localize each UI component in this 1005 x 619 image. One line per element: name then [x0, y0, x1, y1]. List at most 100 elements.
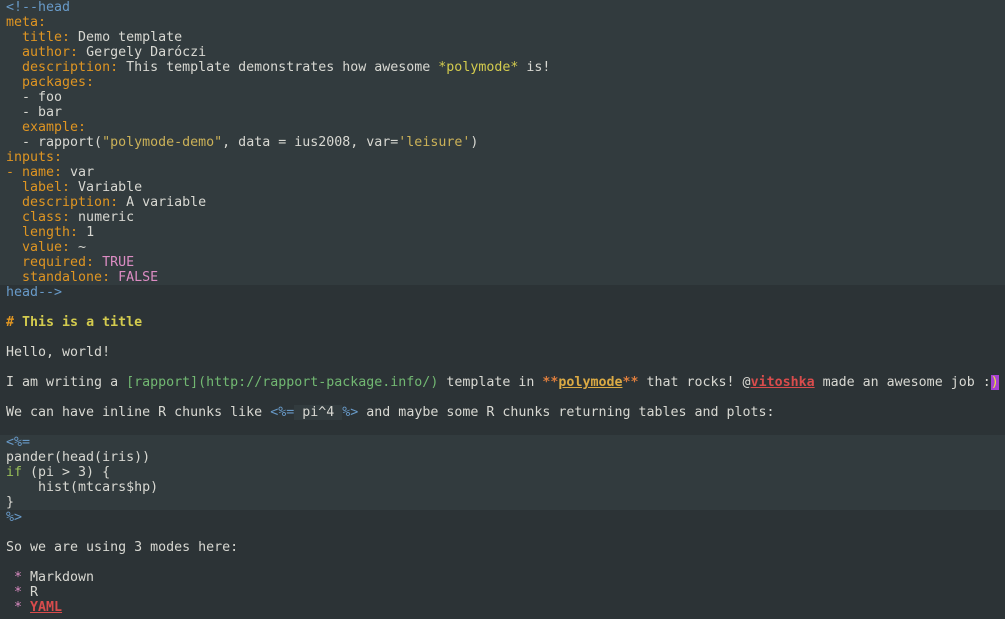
code-segment: %> — [6, 510, 22, 525]
code-line[interactable]: - rapport("polymode-demo", data = ius200… — [0, 135, 1005, 150]
code-line[interactable]: pander(head(iris)) — [0, 450, 1005, 465]
code-segment: 'leisure' — [398, 135, 470, 150]
code-line[interactable]: length: 1 — [0, 225, 1005, 240]
code-segment: # — [6, 315, 14, 330]
text-cursor: ) — [991, 375, 999, 390]
code-line[interactable]: value: ~ — [0, 240, 1005, 255]
code-line[interactable]: %> — [0, 510, 1005, 525]
code-line[interactable]: I am writing a [rapport](http://rapport-… — [0, 375, 1005, 390]
code-segment: length: — [6, 225, 78, 240]
editor-frame: { "palette": { "background": "#2c3336", … — [0, 0, 1005, 619]
code-segment: hist(mtcars$hp) — [6, 480, 158, 495]
code-segment: * — [6, 585, 22, 600]
code-line[interactable] — [0, 330, 1005, 345]
code-segment: template in — [438, 375, 542, 390]
code-segment: Variable — [70, 180, 142, 195]
code-segment: <%= — [270, 405, 294, 420]
code-line[interactable] — [0, 555, 1005, 570]
code-line[interactable] — [0, 360, 1005, 375]
code-line[interactable]: if (pi > 3) { — [0, 465, 1005, 480]
code-segment: Gergely Daróczi — [78, 45, 206, 60]
code-line[interactable]: packages: — [0, 75, 1005, 90]
code-segment: polymode — [558, 375, 622, 390]
code-segment: made an awesome job : — [815, 375, 991, 390]
code-segment: A variable — [118, 195, 206, 210]
code-segment: standalone: — [6, 270, 110, 285]
code-line[interactable] — [0, 300, 1005, 315]
code-segment: is! — [518, 60, 550, 75]
code-segment: example: — [6, 120, 86, 135]
code-line[interactable]: label: Variable — [0, 180, 1005, 195]
code-line[interactable]: inputs: — [0, 150, 1005, 165]
code-line[interactable]: - bar — [0, 105, 1005, 120]
code-segment: description: — [6, 60, 118, 75]
code-segment: <!--head — [6, 0, 70, 15]
editor-buffer[interactable]: <!--headmeta: title: Demo template autho… — [0, 0, 1005, 619]
code-line[interactable] — [0, 420, 1005, 435]
code-line[interactable]: So we are using 3 modes here: — [0, 540, 1005, 555]
code-segment: I am writing a — [6, 375, 126, 390]
code-segment: Markdown — [22, 570, 94, 585]
code-segment: We can have inline R chunks like — [6, 405, 270, 420]
code-segment: if — [6, 465, 22, 480]
code-segment — [22, 600, 30, 615]
code-segment: - bar — [6, 105, 62, 120]
code-line[interactable]: * R — [0, 585, 1005, 600]
code-line[interactable]: - foo — [0, 90, 1005, 105]
code-line[interactable]: description: A variable — [0, 195, 1005, 210]
code-segment: meta: — [6, 15, 46, 30]
code-line[interactable]: * Markdown — [0, 570, 1005, 585]
code-line[interactable]: <!--head — [0, 0, 1005, 15]
code-line[interactable]: author: Gergely Daróczi — [0, 45, 1005, 60]
code-segment: (pi > 3) { — [22, 465, 110, 480]
code-line[interactable] — [0, 525, 1005, 540]
code-segment: TRUE — [94, 255, 134, 270]
code-segment: ~ — [70, 240, 86, 255]
code-segment: vitoshka — [751, 375, 815, 390]
code-line[interactable]: head--> — [0, 285, 1005, 300]
code-segment: pi^4 — [294, 405, 342, 420]
code-line[interactable]: title: Demo template — [0, 30, 1005, 45]
code-line[interactable] — [0, 390, 1005, 405]
code-segment: [rapport] — [126, 375, 198, 390]
code-segment: that rocks! @ — [638, 375, 750, 390]
code-segment: value: — [6, 240, 70, 255]
code-line[interactable]: standalone: FALSE — [0, 270, 1005, 285]
code-line[interactable]: * YAML — [0, 600, 1005, 615]
code-segment: } — [6, 495, 14, 510]
code-segment: 1 — [78, 225, 94, 240]
code-segment: ** — [542, 375, 558, 390]
code-segment: (http://rapport-package.info/) — [198, 375, 438, 390]
code-segment: - name: — [6, 165, 62, 180]
code-segment: packages: — [6, 75, 94, 90]
code-segment: * — [6, 600, 22, 615]
code-line[interactable]: hist(mtcars$hp) — [0, 480, 1005, 495]
code-segment: R — [22, 585, 38, 600]
code-segment: ** — [622, 375, 638, 390]
code-segment: title: — [6, 30, 70, 45]
code-segment: So we are using 3 modes here: — [6, 540, 238, 555]
code-segment: * — [6, 570, 22, 585]
code-line[interactable]: example: — [0, 120, 1005, 135]
code-line[interactable]: Hello, world! — [0, 345, 1005, 360]
code-line[interactable]: class: numeric — [0, 210, 1005, 225]
code-line[interactable]: # This is a title — [0, 315, 1005, 330]
code-segment: %> — [342, 405, 358, 420]
code-line[interactable]: required: TRUE — [0, 255, 1005, 270]
code-segment: class: — [6, 210, 70, 225]
code-segment: This is a title — [14, 315, 142, 330]
code-line[interactable]: - name: var — [0, 165, 1005, 180]
code-segment: Hello, world! — [6, 345, 110, 360]
code-segment: - foo — [6, 90, 62, 105]
code-line[interactable]: meta: — [0, 15, 1005, 30]
code-segment: "polymode-demo" — [102, 135, 222, 150]
code-segment: inputs: — [6, 150, 62, 165]
code-line[interactable]: description: This template demonstrates … — [0, 60, 1005, 75]
code-segment: head--> — [6, 285, 62, 300]
code-segment: <%= — [6, 435, 30, 450]
code-segment: and maybe some R chunks returning tables… — [358, 405, 774, 420]
code-line[interactable]: We can have inline R chunks like <%= pi^… — [0, 405, 1005, 420]
code-segment: description: — [6, 195, 118, 210]
code-line[interactable]: <%= — [0, 435, 1005, 450]
code-line[interactable]: } — [0, 495, 1005, 510]
